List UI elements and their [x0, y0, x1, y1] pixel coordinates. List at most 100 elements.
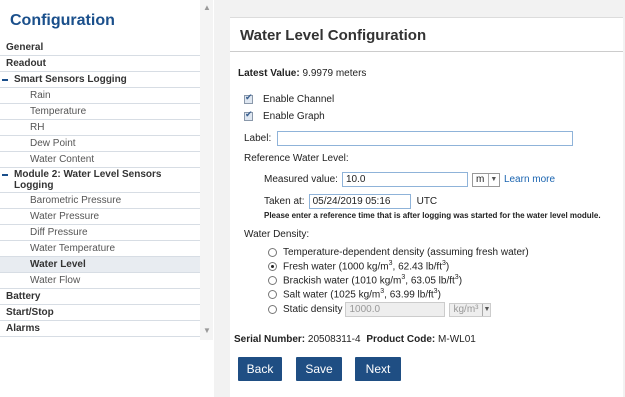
- taken-at-input[interactable]: [308, 194, 411, 209]
- sidebar-item-label: Barometric Pressure: [30, 195, 122, 206]
- sidebar-item-start-stop[interactable]: Start/Stop: [0, 305, 200, 321]
- density-option-static[interactable]: Static density kg/m³ ▼: [268, 302, 492, 317]
- enable-graph-label: Enable Graph: [263, 111, 325, 122]
- chevron-down-icon: ▼: [482, 303, 490, 316]
- sidebar-item-label: Module 2: Water Level Sensors Logging: [14, 169, 162, 191]
- sidebar-title: Configuration: [10, 12, 115, 29]
- sidebar-item-label: Water Content: [30, 154, 95, 165]
- latest-value-label: Latest Value:: [238, 68, 300, 79]
- reference-level-caption: Reference Water Level:: [244, 153, 349, 164]
- chevron-down-icon: ▼: [488, 173, 498, 186]
- sidebar-item-dew-point[interactable]: Dew Point: [0, 136, 200, 152]
- sidebar-item-module-2[interactable]: Module 2: Water Level Sensors Logging: [0, 168, 200, 193]
- label-input[interactable]: [277, 131, 574, 146]
- sidebar-item-alarms[interactable]: Alarms: [0, 321, 200, 337]
- sidebar-item-water-pressure[interactable]: Water Pressure: [0, 209, 200, 225]
- sidebar-item-label: Battery: [6, 291, 41, 302]
- static-unit-value: kg/m³: [453, 304, 479, 315]
- product-code-label: Product Code:: [366, 334, 436, 345]
- sidebar-item-water-level[interactable]: Water Level: [0, 257, 200, 273]
- scroll-up-icon[interactable]: ▲: [203, 3, 211, 12]
- sidebar-item-label: RH: [30, 122, 45, 133]
- sidebar-item-label: Readout: [6, 58, 46, 69]
- sidebar-item-label: Temperature: [30, 106, 87, 117]
- main-panel: Water Level Configuration Latest Value: …: [214, 0, 625, 397]
- density-option-label: Brackish water (1010 kg/m3, 63.05 lb/ft3…: [283, 274, 463, 287]
- sidebar-item-water-flow[interactable]: Water Flow: [0, 273, 200, 289]
- sidebar: Configuration General Readout Smart Sens…: [0, 0, 200, 340]
- sidebar-item-label: Water Temperature: [30, 243, 116, 254]
- density-radio-salt[interactable]: [268, 289, 277, 299]
- sidebar-item-readout[interactable]: Readout: [0, 56, 200, 72]
- water-density-caption: Water Density:: [244, 229, 310, 240]
- sidebar-item-label: Diff Pressure: [30, 227, 88, 238]
- latest-value-row: Latest Value: 9.9979 meters: [238, 68, 366, 79]
- title-divider: [230, 51, 623, 52]
- product-code-value: M-WL01: [438, 334, 476, 345]
- page-title: Water Level Configuration: [240, 27, 427, 44]
- serial-number-label: Serial Number:: [234, 334, 306, 345]
- sidebar-item-rain[interactable]: Rain: [0, 88, 200, 104]
- serial-number-value: 20508311-4: [307, 334, 361, 345]
- sidebar-item-battery[interactable]: Battery: [0, 289, 200, 305]
- back-button[interactable]: Back: [238, 357, 282, 381]
- save-button[interactable]: Save: [296, 357, 342, 381]
- reference-time-note: Please enter a reference time that is af…: [264, 211, 601, 220]
- density-option-temperature[interactable]: Temperature-dependent density (assuming …: [268, 247, 529, 258]
- scroll-down-icon[interactable]: ▼: [203, 326, 211, 335]
- unit-selected-value: m: [475, 174, 485, 185]
- enable-channel-row[interactable]: Enable Channel: [244, 93, 335, 105]
- sidebar-item-smart-sensors-logging[interactable]: Smart Sensors Logging: [0, 72, 200, 88]
- collapse-icon[interactable]: [2, 174, 8, 176]
- sidebar-item-label: Start/Stop: [6, 307, 54, 318]
- sidebar-item-label: General: [6, 42, 44, 53]
- taken-at-row: Taken at: UTC: [264, 194, 437, 209]
- density-option-label: Salt water (1025 kg/m3, 63.99 lb/ft3): [283, 288, 441, 301]
- static-unit-select[interactable]: kg/m³ ▼: [449, 302, 492, 317]
- density-option-salt[interactable]: Salt water (1025 kg/m3, 63.99 lb/ft3): [268, 288, 441, 300]
- sidebar-item-label: Rain: [30, 90, 51, 101]
- sidebar-item-general[interactable]: General: [0, 40, 200, 56]
- density-option-fresh[interactable]: Fresh water (1000 kg/m3, 62.43 lb/ft3): [268, 260, 449, 272]
- label-caption: Label:: [244, 133, 272, 144]
- enable-channel-label: Enable Channel: [263, 94, 335, 105]
- taken-at-caption: Taken at:: [264, 196, 305, 207]
- enable-channel-checkbox[interactable]: [244, 93, 253, 104]
- label-row: Label:: [244, 131, 574, 146]
- sidebar-item-label: Smart Sensors Logging: [14, 74, 127, 85]
- density-radio-brackish[interactable]: [268, 275, 277, 285]
- density-radio-temperature[interactable]: [268, 248, 277, 257]
- sidebar-scrollbar[interactable]: ▲ ▼: [200, 0, 213, 340]
- device-info-row: Serial Number: 20508311-4 Product Code: …: [234, 334, 476, 345]
- utc-label: UTC: [416, 196, 438, 207]
- measured-value-input[interactable]: [341, 172, 468, 187]
- sidebar-item-label: Dew Point: [30, 138, 76, 149]
- sidebar-nav: General Readout Smart Sensors Logging Ra…: [0, 40, 200, 337]
- sidebar-item-water-content[interactable]: Water Content: [0, 152, 200, 168]
- sidebar-item-label: Water Flow: [30, 275, 81, 286]
- measured-caption: Measured value:: [264, 174, 338, 185]
- collapse-icon[interactable]: [2, 78, 8, 81]
- sidebar-item-diff-pressure[interactable]: Diff Pressure: [0, 225, 200, 241]
- sidebar-item-temperature[interactable]: Temperature: [0, 104, 200, 120]
- enable-graph-row[interactable]: Enable Graph: [244, 110, 325, 122]
- static-density-caption: Static density: [283, 304, 343, 315]
- density-option-brackish[interactable]: Brackish water (1010 kg/m3, 63.05 lb/ft3…: [268, 274, 462, 286]
- density-radio-static[interactable]: [268, 305, 277, 314]
- sidebar-item-label: Water Level: [30, 259, 86, 270]
- sidebar-item-label: Water Pressure: [30, 211, 100, 222]
- sidebar-item-water-temperature[interactable]: Water Temperature: [0, 241, 200, 257]
- latest-value: 9.9979 meters: [302, 68, 367, 79]
- sidebar-item-label: Alarms: [6, 323, 40, 334]
- static-density-input[interactable]: [345, 302, 446, 317]
- next-button[interactable]: Next: [355, 357, 401, 381]
- enable-graph-checkbox[interactable]: [244, 110, 253, 121]
- density-option-label: Temperature-dependent density (assuming …: [283, 247, 529, 258]
- sidebar-item-barometric-pressure[interactable]: Barometric Pressure: [0, 193, 200, 209]
- density-option-label: Fresh water (1000 kg/m3, 62.43 lb/ft3): [283, 260, 450, 273]
- density-radio-fresh[interactable]: [268, 261, 277, 271]
- learn-more-link[interactable]: Learn more: [504, 174, 555, 185]
- unit-select[interactable]: m ▼: [471, 172, 500, 187]
- sidebar-item-rh[interactable]: RH: [0, 120, 200, 136]
- measured-row: Measured value: m ▼ Learn more: [264, 172, 555, 187]
